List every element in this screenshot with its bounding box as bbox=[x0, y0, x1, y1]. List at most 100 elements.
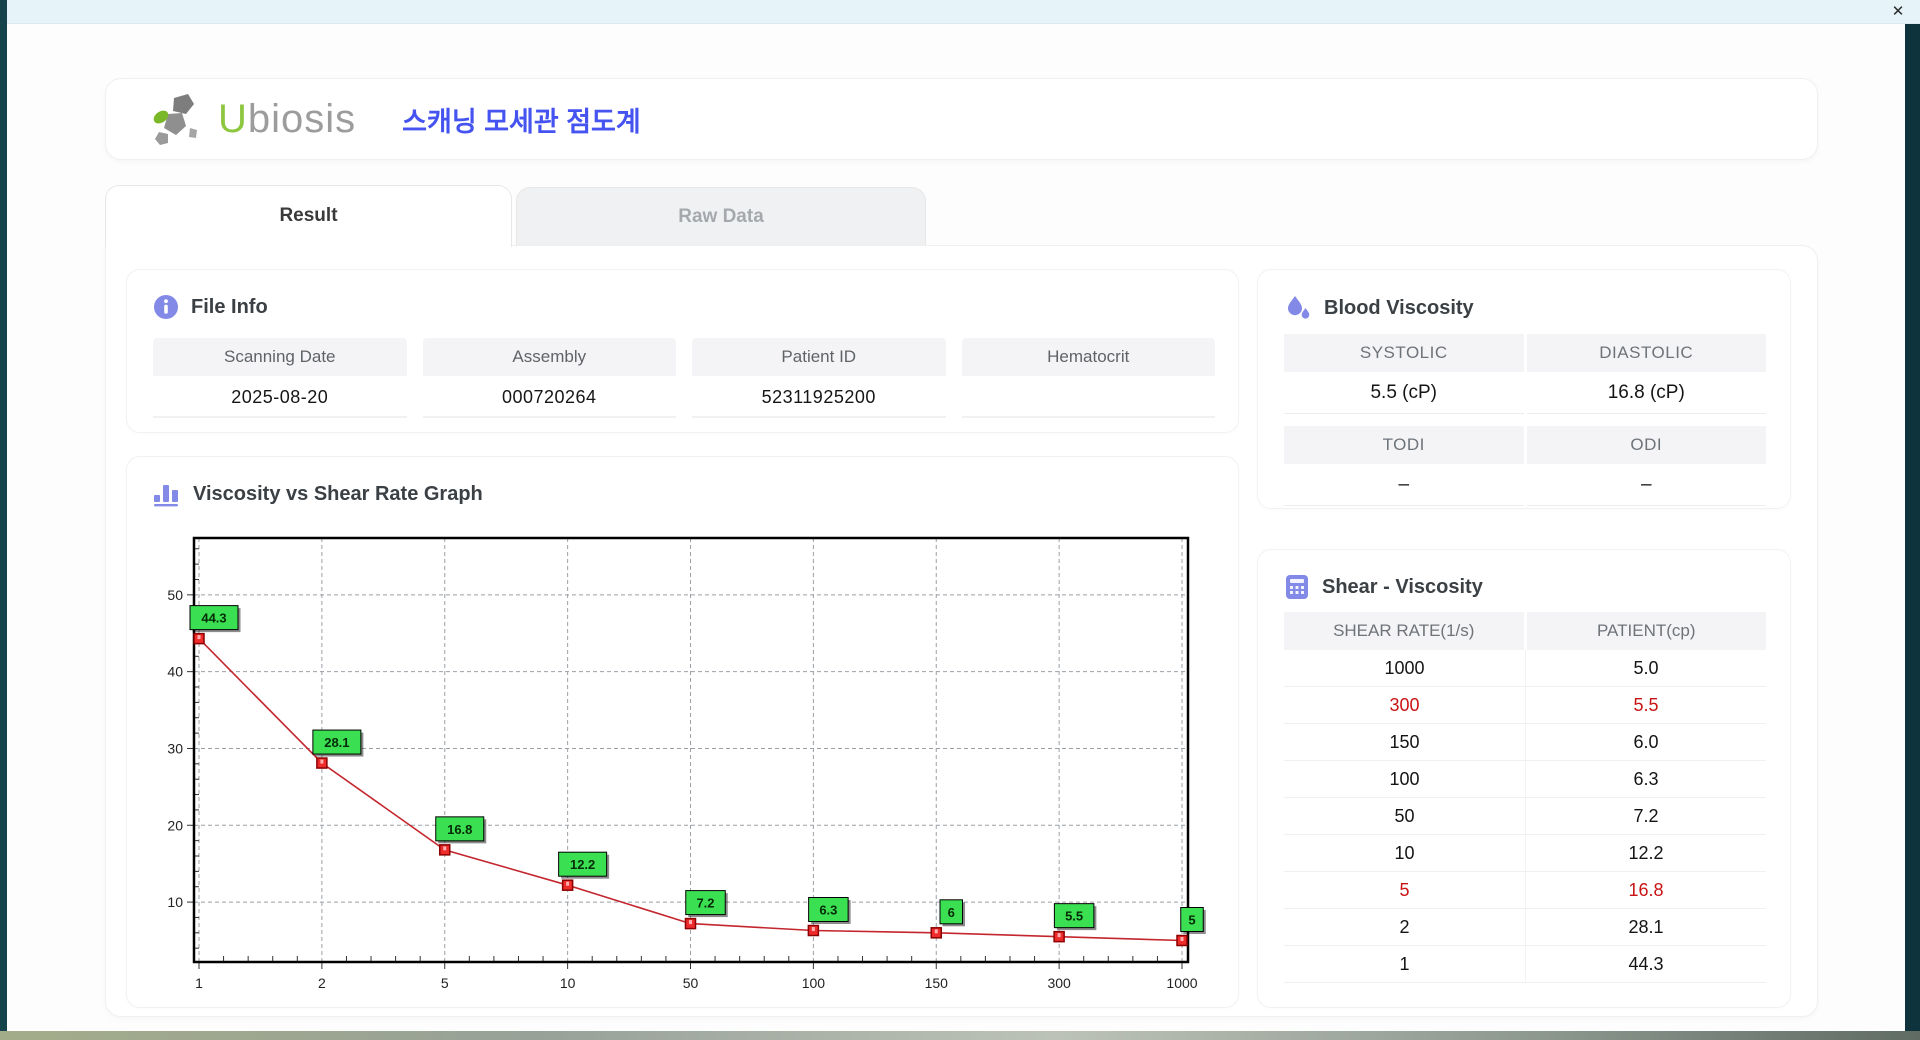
file-info-field: Hematocrit bbox=[961, 338, 1215, 418]
svg-text:20: 20 bbox=[167, 817, 183, 833]
patient-viscosity-cell: 6.3 bbox=[1525, 761, 1766, 798]
stat-value: 5.5 (cP) bbox=[1284, 372, 1524, 414]
svg-text:7.2: 7.2 bbox=[696, 896, 714, 911]
svg-text:5: 5 bbox=[1188, 912, 1195, 927]
shear-rate-cell: 50 bbox=[1284, 798, 1525, 835]
field-value: 52311925200 bbox=[692, 376, 946, 418]
svg-text:44.3: 44.3 bbox=[201, 611, 226, 626]
stat-value: – bbox=[1526, 464, 1766, 506]
file-info-field: Assembly 000720264 bbox=[422, 338, 676, 418]
logo-biosis: biosis bbox=[247, 96, 357, 141]
field-value: 000720264 bbox=[422, 376, 676, 418]
close-icon[interactable]: ✕ bbox=[1888, 2, 1908, 22]
stat-label: TODI bbox=[1284, 426, 1524, 464]
calculator-icon bbox=[1286, 575, 1308, 599]
stat-value: 16.8 (cP) bbox=[1526, 372, 1766, 414]
patient-viscosity-cell: 16.8 bbox=[1525, 872, 1766, 909]
shear-viscosity-card: Shear - Viscosity SHEAR RATE(1/s) PATIEN… bbox=[1257, 549, 1791, 1008]
svg-text:5: 5 bbox=[441, 975, 449, 991]
blood-viscosity-card: Blood Viscosity SYSTOLIC DIASTOLIC 5.5 (cP… bbox=[1257, 269, 1791, 509]
svg-text:150: 150 bbox=[925, 975, 949, 991]
field-value bbox=[961, 376, 1215, 418]
svg-text:12.2: 12.2 bbox=[570, 857, 595, 872]
tab-raw-data[interactable]: Raw Data bbox=[516, 187, 926, 247]
stat-label: SYSTOLIC bbox=[1284, 334, 1524, 372]
field-value: 2025-08-20 bbox=[153, 376, 407, 418]
shear-rate-cell: 1 bbox=[1284, 946, 1525, 983]
svg-text:16.8: 16.8 bbox=[447, 822, 472, 837]
table-row: 2 28.1 bbox=[1284, 909, 1766, 946]
patient-viscosity-cell: 5.0 bbox=[1525, 650, 1766, 687]
file-info-field: Scanning Date 2025-08-20 bbox=[153, 338, 407, 418]
field-label: Assembly bbox=[422, 338, 676, 376]
blood-viscosity-table: SYSTOLIC DIASTOLIC 5.5 (cP) 16.8 (cP) TODI OD… bbox=[1284, 334, 1766, 506]
droplets-icon bbox=[1288, 296, 1310, 319]
svg-text:28.1: 28.1 bbox=[324, 735, 349, 750]
svg-text:30: 30 bbox=[167, 740, 183, 756]
table-row: 5 16.8 bbox=[1284, 872, 1766, 909]
result-tab-panel: File Info Scanning Date 2025-08-20 Assembl… bbox=[105, 245, 1818, 1017]
stat-label: DIASTOLIC bbox=[1526, 334, 1766, 372]
table-row: 1000 5.0 bbox=[1284, 650, 1766, 687]
shear-rate-cell: 300 bbox=[1284, 687, 1525, 724]
svg-text:1: 1 bbox=[195, 975, 203, 991]
ubiosis-logo-icon bbox=[153, 94, 197, 145]
tab-result[interactable]: Result bbox=[105, 185, 512, 247]
logo-u: U bbox=[218, 96, 248, 141]
header-card: Ubiosis 스캐닝 모세관 점도계 bbox=[105, 78, 1818, 160]
svg-text:6: 6 bbox=[948, 905, 955, 920]
window-left-border bbox=[0, 0, 7, 1032]
file-info-fields: Scanning Date 2025-08-20 Assembly 000720264… bbox=[153, 338, 1215, 418]
window-bottom-border bbox=[0, 1031, 1920, 1040]
app-window: ✕ Ubiosis 스캐닝 모세관 점도계 Result Raw Data Fi… bbox=[0, 0, 1920, 1040]
shear-col-header: SHEAR RATE(1/s) bbox=[1284, 612, 1524, 650]
shear-table-body: 1000 5.0 300 5.5 150 6.0 100 6.3 50 7.2 10 12.2 5 16.… bbox=[1284, 650, 1766, 983]
svg-text:10: 10 bbox=[560, 975, 576, 991]
shear-rate-cell: 100 bbox=[1284, 761, 1525, 798]
table-row: 300 5.5 bbox=[1284, 687, 1766, 724]
table-row: 150 6.0 bbox=[1284, 724, 1766, 761]
patient-viscosity-cell: 5.5 bbox=[1525, 687, 1766, 724]
blood-viscosity-title: Blood Viscosity bbox=[1324, 296, 1474, 319]
field-label: Scanning Date bbox=[153, 338, 407, 376]
patient-col-header: PATIENT(cp) bbox=[1526, 612, 1766, 650]
patient-viscosity-cell: 44.3 bbox=[1525, 946, 1766, 983]
svg-text:100: 100 bbox=[802, 975, 826, 991]
file-info-title: File Info bbox=[191, 295, 268, 318]
svg-text:5.5: 5.5 bbox=[1065, 909, 1083, 924]
patient-viscosity-cell: 7.2 bbox=[1525, 798, 1766, 835]
svg-text:10: 10 bbox=[167, 894, 183, 910]
shear-rate-cell: 10 bbox=[1284, 835, 1525, 872]
window-right-border bbox=[1905, 24, 1920, 1032]
table-row: 50 7.2 bbox=[1284, 798, 1766, 835]
viscosity-chart: 44.3 28.1 16.8 12.2 7.2 6.3 6 5.5 5 1 2 5 10 50 100 150… bbox=[167, 536, 1206, 991]
patient-viscosity-cell: 28.1 bbox=[1525, 909, 1766, 946]
table-row: 10 12.2 bbox=[1284, 835, 1766, 872]
stat-value: – bbox=[1284, 464, 1524, 506]
patient-viscosity-cell: 12.2 bbox=[1525, 835, 1766, 872]
shear-table-header: SHEAR RATE(1/s) PATIENT(cp) bbox=[1284, 612, 1766, 650]
stat-label: ODI bbox=[1526, 426, 1766, 464]
svg-text:6.3: 6.3 bbox=[819, 903, 837, 918]
ubiosis-logo: Ubiosis bbox=[150, 90, 356, 148]
shear-rate-cell: 1000 bbox=[1284, 650, 1525, 687]
svg-text:50: 50 bbox=[683, 975, 699, 991]
svg-text:300: 300 bbox=[1047, 975, 1071, 991]
file-info-field: Patient ID 52311925200 bbox=[692, 338, 946, 418]
shear-viscosity-title: Shear - Viscosity bbox=[1322, 575, 1483, 598]
app-title: 스캐닝 모세관 점도계 bbox=[402, 106, 641, 137]
svg-text:50: 50 bbox=[167, 587, 183, 603]
file-info-card: File Info Scanning Date 2025-08-20 Assembl… bbox=[126, 269, 1239, 433]
shear-rate-cell: 150 bbox=[1284, 724, 1525, 761]
field-label: Patient ID bbox=[692, 338, 946, 376]
svg-text:1000: 1000 bbox=[1166, 975, 1197, 991]
ubiosis-logo-text: Ubiosis bbox=[218, 97, 356, 142]
field-label: Hematocrit bbox=[961, 338, 1215, 376]
svg-text:40: 40 bbox=[167, 664, 183, 680]
table-row: 100 6.3 bbox=[1284, 761, 1766, 798]
shear-table: SHEAR RATE(1/s) PATIENT(cp) 1000 5.0 300 5.… bbox=[1284, 612, 1766, 983]
chart-card: Viscosity vs Shear Rate Graph 44.3 28.1 16… bbox=[126, 456, 1239, 1008]
table-row: 1 44.3 bbox=[1284, 946, 1766, 983]
svg-text:2: 2 bbox=[318, 975, 326, 991]
shear-rate-cell: 5 bbox=[1284, 872, 1525, 909]
